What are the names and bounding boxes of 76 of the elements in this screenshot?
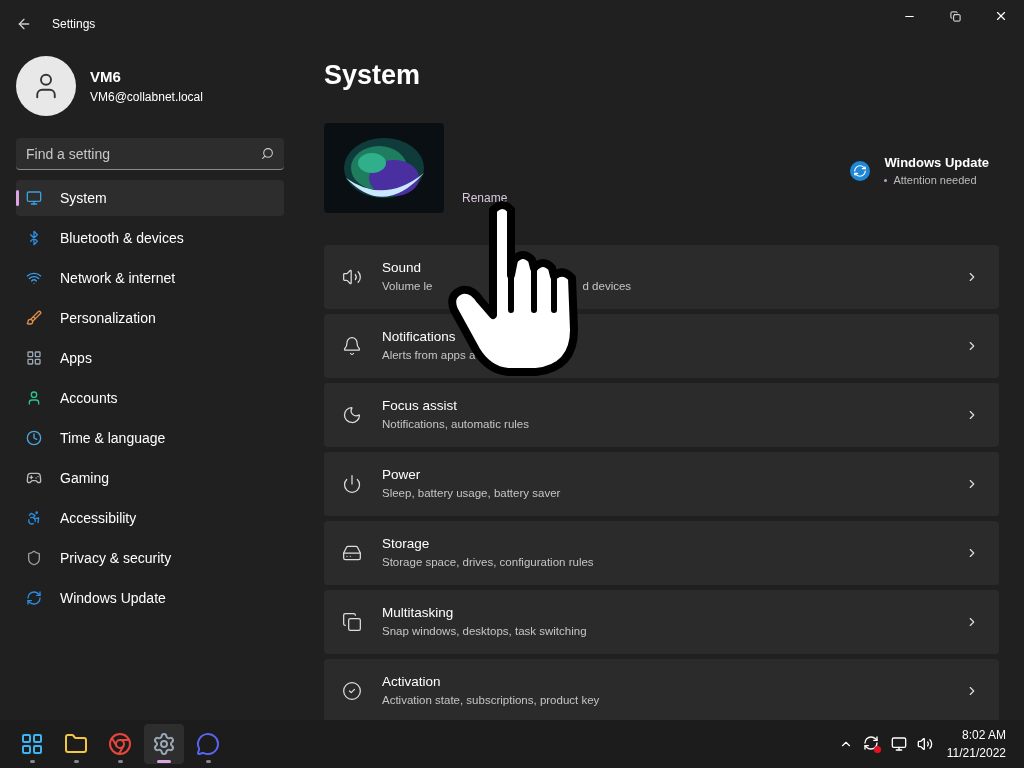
settings-card[interactable]: Power Sleep, battery usage, battery saver bbox=[324, 451, 999, 516]
shield-icon bbox=[26, 550, 42, 566]
start-icon bbox=[20, 732, 44, 756]
page-title: System bbox=[324, 59, 422, 92]
rename-link[interactable]: Rename bbox=[462, 188, 508, 207]
accessibility-icon bbox=[26, 510, 42, 526]
running-indicator bbox=[205, 760, 211, 763]
running-indicator bbox=[29, 760, 35, 763]
volume-icon[interactable] bbox=[916, 736, 933, 752]
windows-stack-icon bbox=[342, 611, 362, 632]
sidebar-item[interactable]: Network & internet bbox=[16, 260, 284, 296]
running-indicator bbox=[117, 760, 123, 763]
sidebar-item[interactable]: System bbox=[16, 180, 284, 216]
sidebar-item[interactable]: Personalization bbox=[16, 300, 284, 336]
sidebar-item[interactable]: Gaming bbox=[16, 460, 284, 496]
running-indicator bbox=[73, 760, 79, 763]
card-title: Notifications bbox=[382, 327, 457, 346]
clock-date[interactable]: 11/21/2022 bbox=[946, 744, 1006, 762]
card-subtitle: Volume le bbox=[382, 279, 433, 294]
sidebar-item[interactable]: Bluetooth & devices bbox=[16, 220, 284, 256]
card-title: Power bbox=[382, 465, 422, 484]
running-indicator bbox=[157, 760, 171, 763]
card-subtitle: Snap windows, desktops, task switching bbox=[382, 624, 587, 639]
chat-icon bbox=[196, 732, 220, 756]
sidebar-item[interactable]: Windows Update bbox=[16, 580, 284, 616]
account-name: VM6 bbox=[90, 66, 122, 87]
check-circle-icon bbox=[342, 680, 362, 701]
update-status: Attention needed bbox=[893, 173, 977, 188]
update-title: Windows Update bbox=[884, 153, 989, 172]
sidebar-item[interactable]: Time & language bbox=[16, 420, 284, 456]
sidebar-item[interactable]: Apps bbox=[16, 340, 284, 376]
monitor-icon bbox=[26, 190, 42, 206]
moon-icon bbox=[342, 404, 362, 425]
card-subtitle: Notifications, automatic rules bbox=[382, 417, 529, 432]
restore-icon[interactable] bbox=[949, 10, 961, 22]
gear-icon bbox=[152, 732, 176, 756]
window-title: Settings bbox=[52, 16, 96, 33]
card-subtitle: d devices bbox=[582, 279, 632, 294]
search-field[interactable]: Find a setting bbox=[16, 138, 284, 170]
card-title: Activation bbox=[382, 672, 442, 691]
account-email: VM6@collabnet.local bbox=[90, 89, 203, 107]
settings-card[interactable]: Storage Storage space, drives, configuration rules bbox=[324, 520, 999, 585]
brush-icon bbox=[26, 310, 42, 326]
folder-icon bbox=[64, 732, 88, 756]
card-title: Multitasking bbox=[382, 603, 455, 622]
update-icon bbox=[26, 590, 42, 606]
avatar-icon bbox=[16, 56, 76, 116]
gamepad-icon bbox=[26, 470, 42, 486]
person-icon bbox=[26, 390, 42, 406]
card-subtitle: Sleep, battery usage, battery saver bbox=[382, 486, 561, 501]
selection-indicator bbox=[16, 190, 19, 206]
search-icon[interactable] bbox=[261, 147, 274, 160]
sidebar-item[interactable]: Accounts bbox=[16, 380, 284, 416]
power-icon bbox=[342, 473, 362, 494]
wifi-icon bbox=[26, 270, 42, 286]
card-subtitle: Activation state, subscriptions, product key bbox=[382, 693, 600, 708]
card-subtitle: Storage space, drives, configuration rules bbox=[382, 555, 594, 570]
clock-time[interactable]: 8:02 AM bbox=[961, 726, 1006, 744]
bell-icon bbox=[342, 335, 362, 356]
apps-grid-icon bbox=[26, 350, 42, 366]
card-title: Focus assist bbox=[382, 396, 459, 415]
close-icon[interactable] bbox=[994, 9, 1008, 23]
back-icon[interactable] bbox=[16, 16, 32, 32]
sidebar-item[interactable]: Privacy & security bbox=[16, 540, 284, 576]
card-subtitle: Alerts from apps a bbox=[382, 348, 476, 363]
taskbar-app[interactable] bbox=[144, 724, 184, 764]
settings-card[interactable]: Activation Activation state, subscriptions, product key bbox=[324, 658, 999, 720]
network-icon[interactable] bbox=[890, 736, 907, 752]
settings-card[interactable]: Focus assist Notifications, automatic rules bbox=[324, 382, 999, 447]
settings-card[interactable]: Multitasking Snap windows, desktops, task switching bbox=[324, 589, 999, 654]
update-icon bbox=[850, 160, 871, 181]
browser-icon bbox=[108, 732, 132, 756]
sync-alert-icon[interactable] bbox=[862, 735, 881, 753]
sidebar-item[interactable]: Accessibility bbox=[16, 500, 284, 536]
card-title: Storage bbox=[382, 534, 431, 553]
card-title: Sound bbox=[382, 258, 423, 277]
